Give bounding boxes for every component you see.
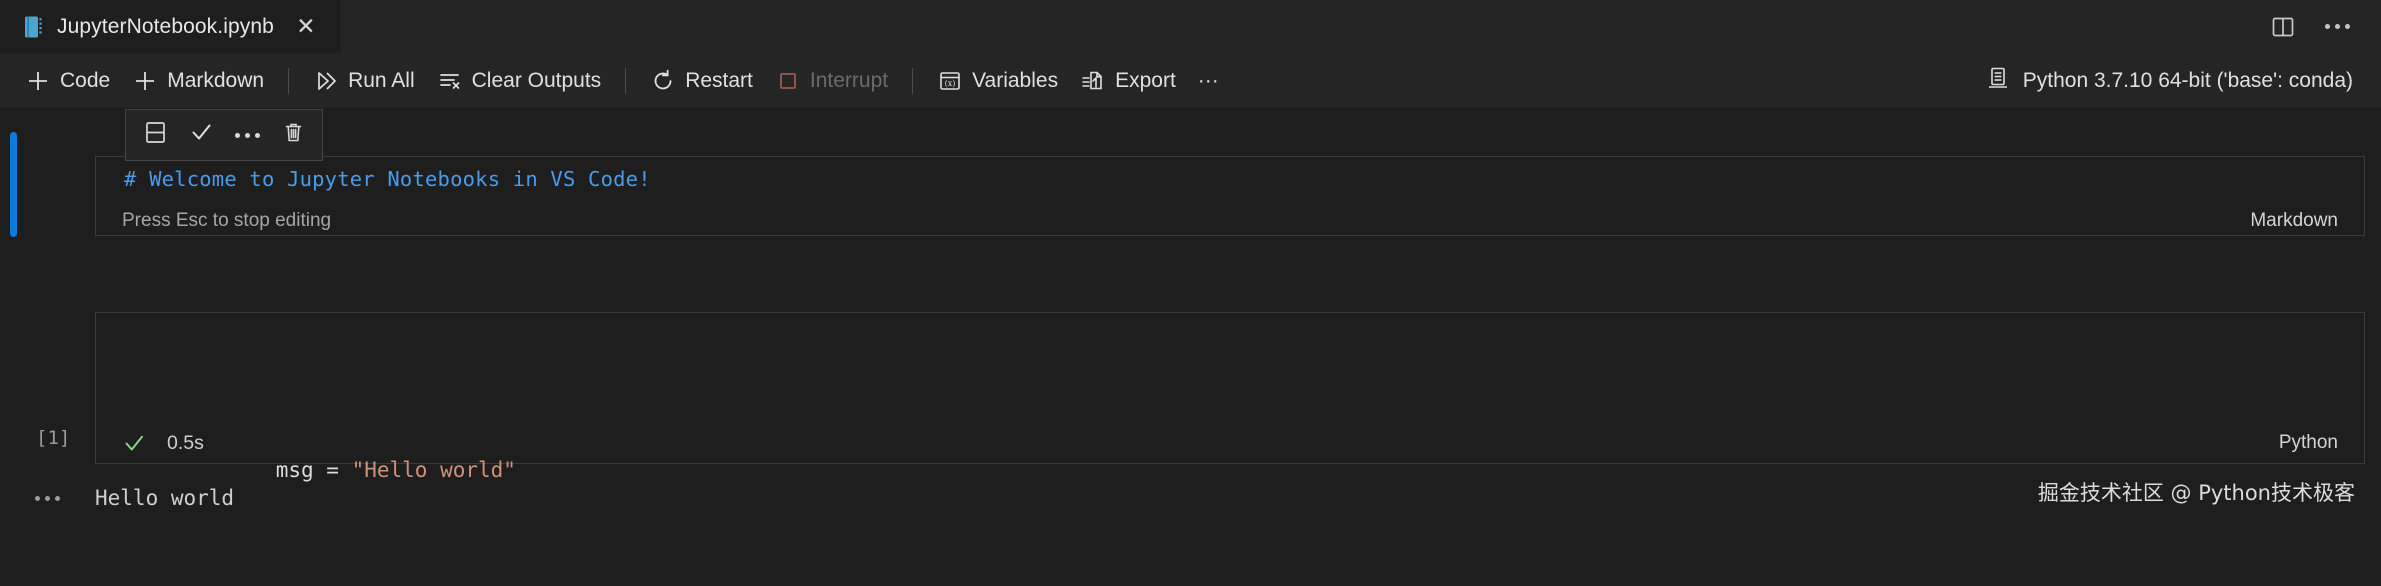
toolbar-separator bbox=[625, 67, 627, 94]
add-code-cell-label: Code bbox=[60, 68, 111, 92]
more-icon bbox=[234, 132, 260, 138]
trash-icon bbox=[280, 119, 307, 151]
split-cell-icon bbox=[142, 119, 169, 151]
kernel-icon bbox=[1985, 65, 2011, 97]
run-cell-button[interactable] bbox=[178, 114, 224, 156]
plus-icon bbox=[25, 68, 51, 94]
watermark: 掘金技术社区 @ Python技术极客 bbox=[2037, 481, 2355, 505]
restart-kernel-label: Restart bbox=[685, 68, 753, 92]
export-label: Export bbox=[1115, 68, 1176, 92]
code-cell-status-bar: 0.5s Python bbox=[96, 425, 2364, 461]
kernel-label: Python 3.7.10 64-bit ('base': conda) bbox=[2022, 68, 2353, 92]
output-text: Hello world bbox=[95, 486, 235, 510]
close-icon[interactable]: ✕ bbox=[291, 12, 321, 42]
markdown-cell-editor[interactable]: # Welcome to Jupyter Notebooks in VS Cod… bbox=[95, 156, 2365, 236]
markdown-cell[interactable]: # Welcome to Jupyter Notebooks in VS Cod… bbox=[0, 132, 2381, 237]
more-actions-button[interactable] bbox=[2317, 7, 2357, 47]
restart-icon bbox=[650, 68, 676, 94]
kernel-selector[interactable]: Python 3.7.10 64-bit ('base': conda) bbox=[1975, 61, 2359, 101]
variables-label: Variables bbox=[972, 68, 1059, 92]
cell-output: Hello world 掘金技术社区 @ Python技术极客 bbox=[0, 469, 2381, 527]
run-all-icon bbox=[313, 68, 339, 94]
split-cell-button[interactable] bbox=[132, 114, 178, 156]
notebook-body: # Welcome to Jupyter Notebooks in VS Cod… bbox=[0, 109, 2381, 586]
clear-outputs-icon bbox=[437, 68, 463, 94]
cell-language-python[interactable]: Python bbox=[2279, 432, 2338, 454]
svg-text:(x): (x) bbox=[945, 79, 956, 88]
variables-icon: (x) bbox=[937, 68, 963, 94]
clear-outputs-button[interactable]: Clear Outputs bbox=[426, 61, 613, 101]
markdown-cell-status-bar: Press Esc to stop editing Markdown bbox=[96, 210, 2364, 232]
code-cell-editor[interactable]: msg = "Hello world" print(msg) 0.5s Pyth… bbox=[95, 312, 2365, 482]
export-icon bbox=[1080, 68, 1106, 94]
cell-more-button[interactable] bbox=[224, 114, 270, 156]
editor-tab-bar: JupyterNotebook.ipynb ✕ bbox=[0, 0, 2381, 53]
tab-label: JupyterNotebook.ipynb bbox=[57, 14, 274, 38]
toolbar-overflow-button[interactable]: ··· bbox=[1187, 61, 1230, 101]
delete-cell-button[interactable] bbox=[270, 114, 316, 156]
interrupt-kernel-label: Interrupt bbox=[809, 68, 889, 92]
editor-tab-jupyternotebook[interactable]: JupyterNotebook.ipynb ✕ bbox=[0, 0, 342, 53]
interrupt-kernel-button[interactable]: Interrupt bbox=[764, 61, 899, 101]
restart-kernel-button[interactable]: Restart bbox=[639, 61, 764, 101]
markdown-source-text: # Welcome to Jupyter Notebooks in VS Cod… bbox=[124, 167, 651, 191]
notebook-icon bbox=[22, 15, 44, 39]
check-icon bbox=[188, 119, 215, 151]
plus-icon bbox=[132, 68, 158, 94]
output-collapse-button[interactable] bbox=[0, 495, 95, 501]
execution-time: 0.5s bbox=[167, 431, 204, 454]
toolbar-separator bbox=[288, 67, 290, 94]
more-icon bbox=[35, 495, 60, 501]
clear-outputs-label: Clear Outputs bbox=[471, 68, 602, 92]
run-all-label: Run All bbox=[348, 68, 415, 92]
notebook-toolbar: Code Markdown Run All Clear Outputs Rest… bbox=[0, 53, 2381, 109]
tab-bar-actions bbox=[2263, 0, 2381, 53]
cell-hover-toolbar bbox=[125, 109, 323, 161]
interrupt-icon bbox=[775, 68, 801, 94]
export-button[interactable]: Export bbox=[1069, 61, 1187, 101]
more-actions-icon bbox=[2324, 24, 2350, 29]
editing-hint: Press Esc to stop editing bbox=[122, 210, 332, 231]
add-markdown-cell-label: Markdown bbox=[167, 68, 265, 92]
more-icon: ··· bbox=[1197, 68, 1219, 92]
cell-language-markdown[interactable]: Markdown bbox=[2250, 210, 2338, 232]
execution-count: [1] bbox=[36, 427, 71, 449]
variables-button[interactable]: (x) Variables bbox=[926, 61, 1069, 101]
code-cell[interactable]: [1] msg = "Hello world" print(msg) bbox=[0, 312, 2381, 482]
execution-success-icon bbox=[122, 431, 147, 456]
vscode-window: JupyterNotebook.ipynb ✕ Code Markdown Ru… bbox=[0, 0, 2381, 586]
split-editor-button[interactable] bbox=[2263, 7, 2303, 47]
add-code-cell-button[interactable]: Code bbox=[14, 61, 121, 101]
cell-focus-indicator bbox=[10, 132, 17, 237]
run-all-button[interactable]: Run All bbox=[302, 61, 426, 101]
toolbar-separator bbox=[912, 67, 914, 94]
tab-bar-spacer bbox=[341, 0, 2263, 53]
add-markdown-cell-button[interactable]: Markdown bbox=[121, 61, 275, 101]
